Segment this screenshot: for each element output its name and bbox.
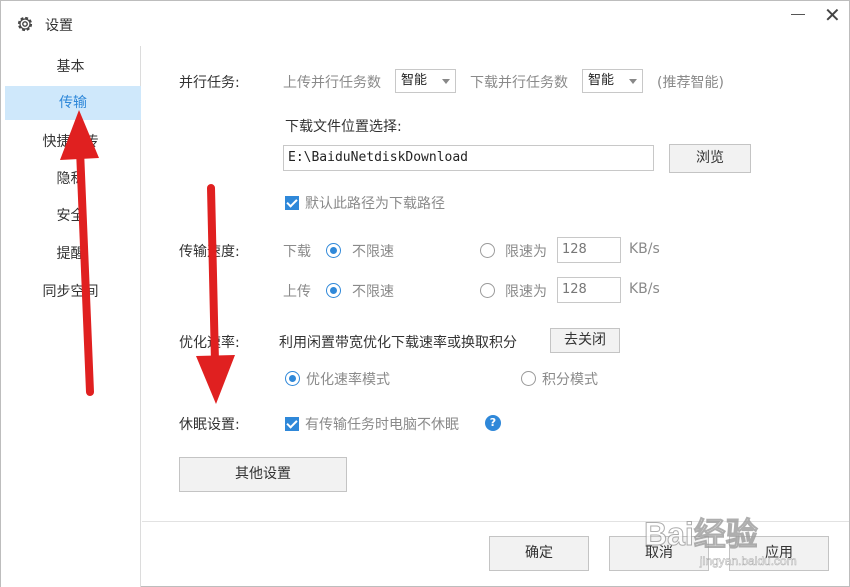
sidebar-item-quick-upload[interactable]: 快捷上传 (1, 125, 140, 159)
points-mode-label: 积分模式 (542, 372, 598, 388)
browse-button[interactable]: 浏览 (669, 144, 751, 173)
window-title: 设置 (45, 18, 73, 34)
speed-mode-label: 优化速率模式 (306, 372, 390, 388)
download-parallel-value: 智能 (588, 73, 615, 88)
download-limit-input[interactable]: 128 (557, 237, 621, 263)
upload-limit-unit: KB/s (629, 281, 660, 297)
upload-parallel-select[interactable]: 智能 (395, 69, 456, 93)
upload-unlimited-label: 不限速 (352, 284, 394, 300)
points-mode-radio[interactable] (521, 371, 536, 386)
help-icon[interactable]: ? (485, 415, 501, 431)
prevent-sleep-label: 有传输任务时电脑不休眠 (305, 417, 459, 433)
turn-off-optimize-button[interactable]: 去关闭 (550, 328, 620, 353)
upload-limit-input[interactable]: 128 (557, 277, 621, 303)
settings-window: 设置 ✕ 基本 传输 快捷上传 隐私 安全 提醒 同步空间 并行任务: 上传并行… (0, 0, 850, 587)
minimize-icon[interactable] (789, 3, 809, 23)
prevent-sleep-checkbox[interactable] (285, 417, 299, 431)
upload-limit-radio[interactable] (480, 283, 495, 298)
download-path-field[interactable]: E:\BaiduNetdiskDownload (283, 145, 654, 171)
upload-parallel-label: 上传并行任务数 (283, 75, 381, 91)
parallel-tasks-label: 并行任务: (179, 75, 240, 91)
optimize-description: 利用闲置带宽优化下载速率或换取积分 (279, 335, 517, 351)
upload-parallel-value: 智能 (401, 73, 428, 88)
chevron-down-icon (442, 79, 450, 84)
title-bar: 设置 ✕ (1, 1, 849, 45)
upload-unlimited-radio[interactable] (326, 283, 341, 298)
other-settings-button[interactable]: 其他设置 (179, 457, 347, 492)
sidebar-item-security[interactable]: 安全 (1, 199, 140, 233)
chevron-down-icon (629, 79, 637, 84)
download-location-label: 下载文件位置选择: (285, 119, 402, 135)
sidebar-item-basic[interactable]: 基本 (1, 50, 140, 84)
upload-speed-label: 上传 (283, 284, 311, 300)
download-unlimited-radio[interactable] (326, 243, 341, 258)
download-parallel-label: 下载并行任务数 (470, 75, 568, 91)
ok-button[interactable]: 确定 (489, 536, 589, 571)
default-path-checkbox[interactable] (285, 196, 299, 210)
parallel-hint: (推荐智能) (657, 75, 724, 91)
close-icon[interactable]: ✕ (824, 5, 841, 25)
download-limit-label: 限速为 (505, 244, 547, 260)
sleep-label: 休眠设置: (179, 417, 240, 433)
download-limit-radio[interactable] (480, 243, 495, 258)
footer-divider (142, 521, 849, 522)
sidebar-item-privacy[interactable]: 隐私 (1, 162, 140, 196)
download-limit-unit: KB/s (629, 241, 660, 257)
download-speed-label: 下载 (283, 244, 311, 260)
download-parallel-select[interactable]: 智能 (582, 69, 643, 93)
upload-limit-label: 限速为 (505, 284, 547, 300)
cancel-button[interactable]: 取消 (609, 536, 709, 571)
sidebar-item-reminder[interactable]: 提醒 (1, 237, 140, 271)
speed-mode-radio[interactable] (285, 371, 300, 386)
gear-icon (17, 16, 33, 32)
download-unlimited-label: 不限速 (352, 244, 394, 260)
sidebar-item-transfer[interactable]: 传输 (5, 86, 141, 120)
sidebar-item-sync-space[interactable]: 同步空间 (1, 275, 140, 309)
speed-label: 传输速度: (179, 244, 240, 260)
apply-button[interactable]: 应用 (729, 536, 829, 571)
transfer-settings-panel: 并行任务: 上传并行任务数 智能 下载并行任务数 智能 (推荐智能) 下载文件位… (142, 46, 849, 521)
optimize-label: 优化速率: (179, 335, 240, 351)
settings-sidebar: 基本 传输 快捷上传 隐私 安全 提醒 同步空间 (1, 46, 141, 587)
default-path-label: 默认此路径为下载路径 (305, 196, 445, 212)
